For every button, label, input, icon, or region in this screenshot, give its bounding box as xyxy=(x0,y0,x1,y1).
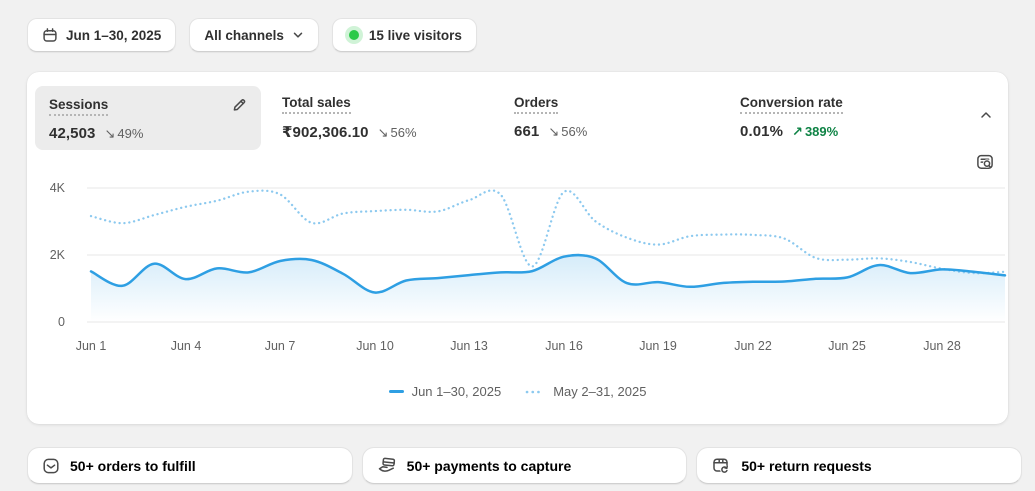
footer-button-label: 50+ return requests xyxy=(741,457,872,474)
metric-change-sessions: ↘ 49% xyxy=(104,126,144,141)
legend-label: May 2–31, 2025 xyxy=(553,384,647,399)
channels-dropdown[interactable]: All channels xyxy=(189,18,319,52)
chevron-down-icon xyxy=(292,29,304,41)
x-tick-label: Jun 10 xyxy=(356,339,394,353)
legend-label: Jun 1–30, 2025 xyxy=(411,384,502,399)
explore-data-button[interactable] xyxy=(973,150,997,174)
metric-label-total-sales[interactable]: Total sales xyxy=(282,95,351,114)
metric-label-orders[interactable]: Orders xyxy=(514,95,559,114)
x-tick-label: Jun 19 xyxy=(639,339,677,353)
card-hand-icon xyxy=(377,456,397,476)
x-tick-label: Jun 28 xyxy=(923,339,961,353)
legend-item-current-period: Jun 1–30, 2025 xyxy=(388,384,502,399)
x-tick-label: Jun 1 xyxy=(75,339,107,353)
sessions-line-chart[interactable] xyxy=(27,177,1008,337)
orders-to-fulfill-button[interactable]: 50+ orders to fulfill xyxy=(27,447,353,484)
trend-up-arrow-icon: ↗ xyxy=(792,124,803,139)
metric-value-orders: 661 xyxy=(514,123,540,140)
legend-item-previous-period: May 2–31, 2025 xyxy=(525,384,646,399)
trend-down-arrow-icon: ↘ xyxy=(377,125,389,140)
metric-change-total-sales: ↘ 56% xyxy=(377,125,417,140)
metric-value-sessions: 42,503 xyxy=(49,125,96,142)
x-tick-label: Jun 16 xyxy=(545,339,583,353)
trend-down-arrow-icon: ↘ xyxy=(104,126,116,141)
task-shortcuts: 50+ orders to fulfill 50+ payments to ca… xyxy=(27,447,1023,484)
analytics-card: Sessions 42,503 ↘ 49% Total sales ₹902,30… xyxy=(27,72,1008,424)
analytics-dashboard: { "topbar": { "date_range": "Jun 1–30, 2… xyxy=(0,0,1035,491)
inbox-icon xyxy=(42,457,60,475)
metric-value-conversion-rate: 0.01% xyxy=(740,123,784,140)
date-range-label: Jun 1–30, 2025 xyxy=(66,27,162,43)
channels-label: All channels xyxy=(204,27,284,43)
chart-legend: Jun 1–30, 2025 May 2–31, 2025 xyxy=(27,384,1008,399)
trend-down-arrow-icon: ↘ xyxy=(548,124,560,139)
x-tick-label: Jun 4 xyxy=(170,339,202,353)
metric-tab-total-sales[interactable]: Total sales ₹902,306.10 ↘ 56% xyxy=(282,94,417,141)
payments-to-capture-button[interactable]: 50+ payments to capture xyxy=(361,447,688,484)
footer-button-label: 50+ payments to capture xyxy=(406,457,572,474)
x-tick-label: Jun 13 xyxy=(450,339,488,353)
footer-button-label: 50+ orders to fulfill xyxy=(70,457,196,474)
live-visitors-button[interactable]: 15 live visitors xyxy=(331,18,477,52)
metric-tab-sessions[interactable]: Sessions 42,503 ↘ 49% xyxy=(35,86,261,150)
date-range-picker[interactable]: Jun 1–30, 2025 xyxy=(27,18,177,52)
live-green-dot-icon xyxy=(348,30,359,40)
x-tick-label: Jun 22 xyxy=(734,339,772,353)
return-box-icon xyxy=(711,456,731,476)
x-tick-label: Jun 7 xyxy=(264,339,296,353)
dotted-line-swatch-icon xyxy=(525,390,546,393)
pencil-icon[interactable] xyxy=(231,97,247,113)
metric-tab-orders[interactable]: Orders 661 ↘ 56% xyxy=(514,94,587,140)
previous-period-line xyxy=(89,189,1007,275)
chevron-up-icon xyxy=(981,112,991,118)
x-tick-label: Jun 25 xyxy=(828,339,866,353)
metric-tab-conversion-rate[interactable]: Conversion rate 0.01% ↗ 389% xyxy=(740,94,843,140)
topbar: Jun 1–30, 2025 All channels 15 live visi… xyxy=(27,18,477,52)
live-visitors-label: 15 live visitors xyxy=(368,27,462,43)
metric-value-total-sales: ₹902,306.10 xyxy=(282,124,369,141)
calendar-icon xyxy=(42,27,58,43)
return-requests-button[interactable]: 50+ return requests xyxy=(696,447,1023,484)
collapse-chart-button[interactable] xyxy=(974,103,998,127)
search-data-icon xyxy=(977,154,993,169)
metric-change-conversion-rate: ↗ 389% xyxy=(792,124,839,139)
metric-label-conversion-rate[interactable]: Conversion rate xyxy=(740,95,843,114)
solid-line-swatch-icon xyxy=(388,390,404,393)
metric-change-orders: ↘ 56% xyxy=(548,124,588,139)
metric-label-sessions[interactable]: Sessions xyxy=(49,97,109,116)
